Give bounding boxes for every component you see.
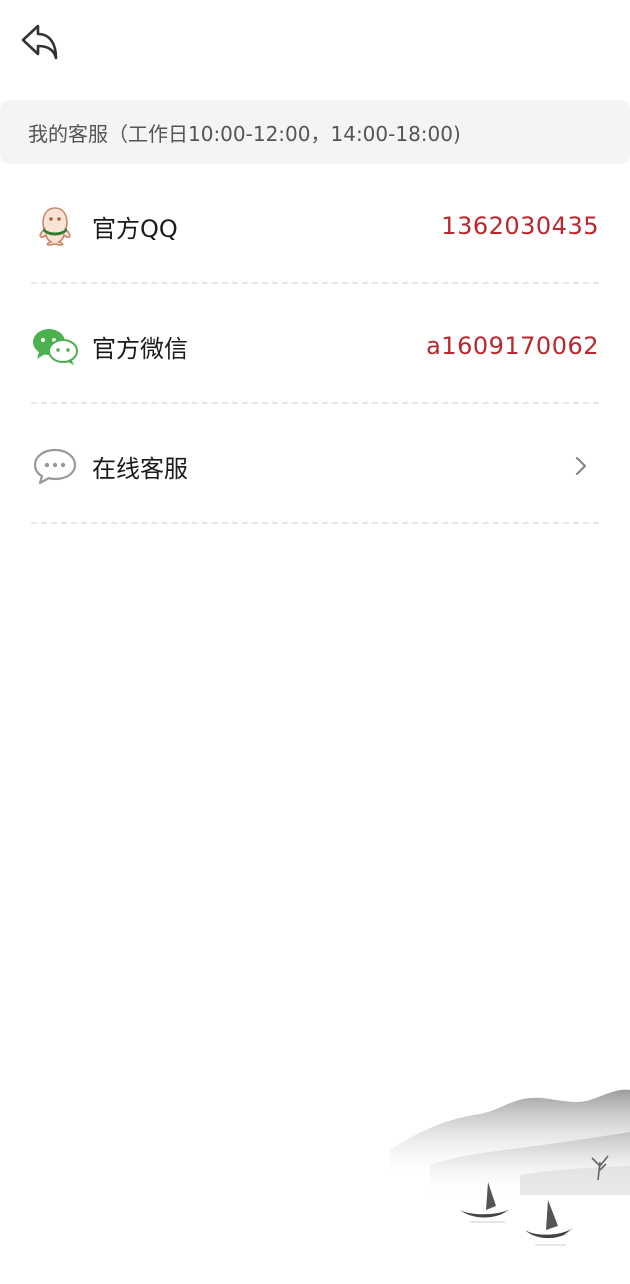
back-arrow-icon <box>21 24 58 60</box>
wechat-label: 官方微信 <box>92 334 188 363</box>
qq-number: 1362030435 <box>441 212 599 240</box>
contact-row-qq[interactable]: 官方QQ 1362030435 <box>31 170 599 284</box>
wechat-id: a1609170062 <box>426 332 599 360</box>
ink-landscape-illustration <box>370 1070 630 1280</box>
contact-row-wechat[interactable]: 官方微信 a1609170062 <box>31 290 599 404</box>
service-hours-banner: 我的客服（工作日10:00-12:00，14:00-18:00) <box>0 100 630 164</box>
wechat-icon <box>31 322 79 370</box>
back-button[interactable] <box>18 20 62 64</box>
contact-list: 官方QQ 1362030435 官方微信 a1609170062 在线客服 <box>31 170 599 530</box>
chevron-right-icon <box>569 454 593 478</box>
chat-bubble-icon <box>31 442 79 490</box>
service-hours-text: 我的客服（工作日10:00-12:00，14:00-18:00) <box>28 121 461 146</box>
top-bar <box>0 0 630 90</box>
contact-row-online-service[interactable]: 在线客服 <box>31 410 599 524</box>
qq-icon <box>31 202 79 250</box>
online-service-label: 在线客服 <box>92 454 188 483</box>
qq-label: 官方QQ <box>92 214 178 243</box>
